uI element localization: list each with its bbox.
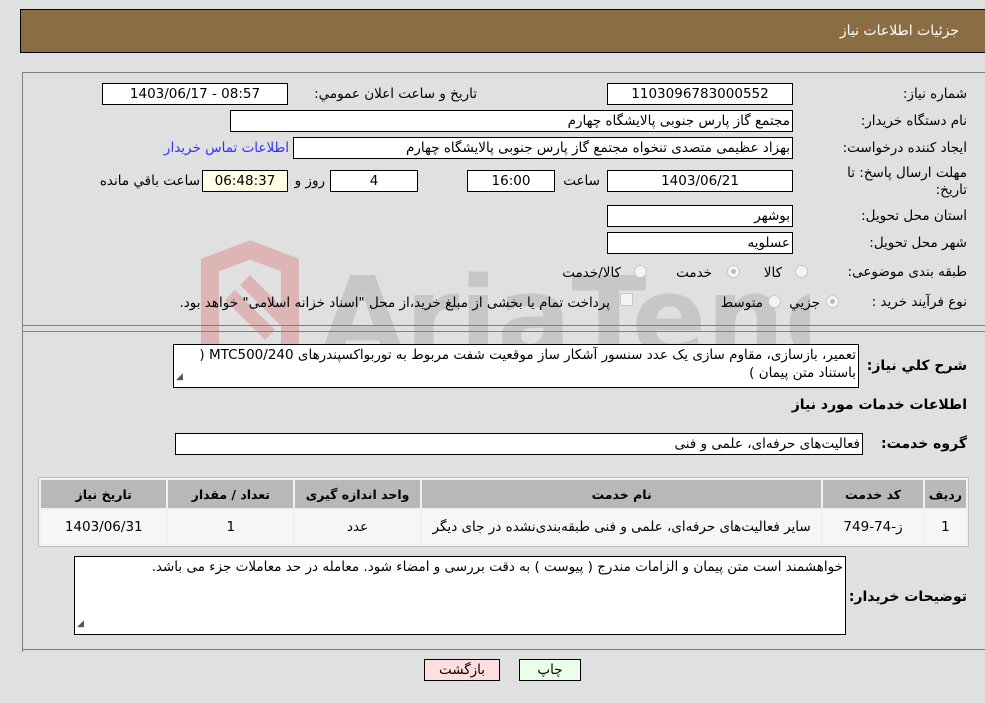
cell-service-code: ز-74-749 <box>823 510 923 544</box>
description-label: شرح کلي نیاز: <box>866 358 967 374</box>
deadline-time-field: 16:00 <box>467 170 555 192</box>
purchase-radio-medium[interactable] <box>768 295 781 308</box>
purchase-option-medium: متوسط <box>720 295 763 311</box>
services-section-title: اطلاعات خدمات مورد نیاز <box>791 397 967 413</box>
resize-grip-icon[interactable]: ◢ <box>77 615 84 633</box>
announce-datetime-field: 1403/06/17 - 08:57 <box>102 83 288 105</box>
category-option-goods-service: کالا/خدمت <box>562 265 621 281</box>
treasury-note: پرداخت تمام یا بخشی از مبلغ خرید،از محل … <box>179 295 610 311</box>
description-textarea[interactable]: تعمیر، بازسازی، مقاوم سازی یک عدد سنسور … <box>173 344 859 388</box>
cell-service-name: سایر فعالیت‌های حرفه‌ای، علمی و فنی طبقه… <box>421 510 822 544</box>
days-label: روز و <box>294 173 325 189</box>
category-option-goods: کالا <box>763 265 782 281</box>
remaining-days-field: 4 <box>330 170 418 192</box>
page-header: جزئیات اطلاعات نیاز <box>20 9 985 53</box>
creator-field: بهزاد عظیمی متصدی تنخواه مجتمع گاز پارس … <box>293 137 793 159</box>
treasury-checkbox[interactable] <box>620 293 633 306</box>
category-option-service: خدمت <box>676 265 712 281</box>
need-number-field: 1103096783000552 <box>607 83 793 105</box>
service-group-field: فعالیت‌های حرفه‌ای، علمی و فنی <box>175 433 863 455</box>
announce-datetime-label: تاریخ و ساعت اعلان عمومي: <box>314 86 477 102</box>
category-radio-service[interactable] <box>727 265 740 278</box>
cell-unit: عدد <box>295 510 420 544</box>
deadline-date-field: 1403/06/21 <box>607 170 793 192</box>
purchase-option-minor: جزيي <box>789 295 820 311</box>
category-label: طبقه بندی موضوعی: <box>847 264 967 280</box>
col-need-date: تاریخ نیاز <box>41 480 167 508</box>
service-group-label: گروه خدمت: <box>881 436 967 452</box>
buyer-notes-textarea[interactable]: خواهشمند است متن پیمان و الزامات مندرج (… <box>74 556 846 635</box>
purchase-radio-minor[interactable] <box>826 295 839 308</box>
col-row-number: ردیف <box>924 480 966 508</box>
cell-row-number: 1 <box>924 510 966 544</box>
remaining-time-field: 06:48:37 <box>202 170 288 192</box>
description-text: تعمیر، بازسازی، مقاوم سازی یک عدد سنسور … <box>199 347 856 381</box>
col-service-name: نام خدمت <box>421 480 822 508</box>
buyer-notes-label: توضیحات خریدار: <box>848 589 967 605</box>
table-row: 1 ز-74-749 سایر فعالیت‌های حرفه‌ای، علمی… <box>41 510 966 544</box>
table-header-row: ردیف کد خدمت نام خدمت واحد اندازه گیری ت… <box>41 480 966 508</box>
need-number-label: شماره نیاز: <box>902 86 967 102</box>
buyer-contact-link[interactable]: اطلاعات تماس خریدار <box>164 140 289 156</box>
print-button[interactable]: چاپ <box>519 659 581 681</box>
services-table: ردیف کد خدمت نام خدمت واحد اندازه گیری ت… <box>38 477 969 547</box>
category-radio-goods[interactable] <box>795 265 808 278</box>
remaining-time-label: ساعت باقي مانده <box>99 173 200 189</box>
cell-need-date: 1403/06/31 <box>41 510 167 544</box>
province-label: استان محل تحویل: <box>861 208 967 224</box>
col-quantity: تعداد / مقدار <box>168 480 294 508</box>
purchase-type-label: نوع فرآیند خرید : <box>871 294 967 310</box>
col-unit: واحد اندازه گیری <box>295 480 420 508</box>
city-field: عسلویه <box>607 232 793 254</box>
back-button[interactable]: بازگشت <box>424 659 500 681</box>
deadline-time-label: ساعت <box>563 173 600 189</box>
category-radio-goods-service[interactable] <box>634 265 647 278</box>
resize-grip-icon[interactable]: ◢ <box>176 368 183 386</box>
province-field: بوشهر <box>607 205 793 227</box>
buyer-org-label: نام دستگاه خریدار: <box>860 113 967 129</box>
page-title: جزئیات اطلاعات نیاز <box>839 23 959 39</box>
col-service-code: کد خدمت <box>823 480 923 508</box>
buyer-org-field: مجتمع گاز پارس جنوبی پالایشگاه چهارم <box>230 110 793 132</box>
city-label: شهر محل تحویل: <box>869 235 967 251</box>
cell-quantity: 1 <box>168 510 294 544</box>
buyer-notes-text: خواهشمند است متن پیمان و الزامات مندرج (… <box>151 559 843 575</box>
creator-label: ایجاد کننده درخواست: <box>842 140 967 156</box>
deadline-label: مهلت ارسال پاسخ: تا تاریخ: <box>847 165 967 198</box>
